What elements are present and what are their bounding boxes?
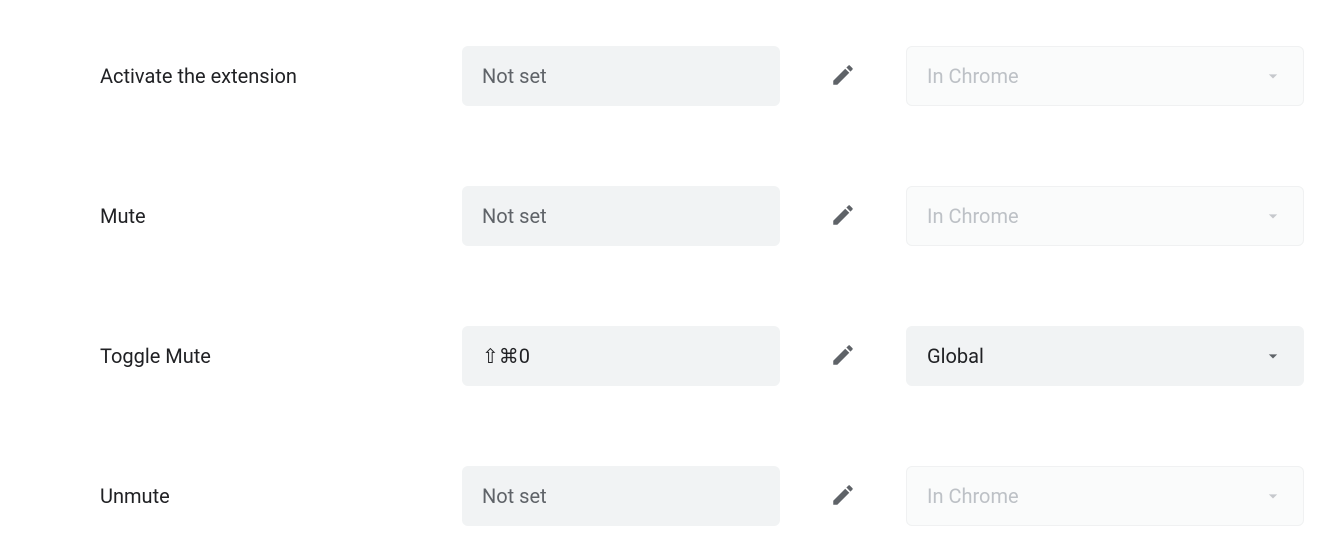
shortcut-input[interactable]: ⇧⌘0 (462, 326, 780, 386)
shortcut-row: Unmute Not set In Chrome (100, 464, 1304, 528)
pencil-icon (830, 62, 856, 91)
shortcut-label: Unmute (100, 484, 462, 508)
edit-shortcut-button[interactable] (825, 58, 861, 94)
edit-shortcut-button[interactable] (825, 198, 861, 234)
shortcut-input[interactable]: Not set (462, 46, 780, 106)
shortcut-label: Mute (100, 204, 462, 228)
shortcut-value: Not set (482, 204, 547, 228)
shortcut-value: Not set (482, 64, 547, 88)
scope-select[interactable]: In Chrome (906, 186, 1304, 246)
chevron-down-icon (1263, 486, 1283, 506)
shortcut-label: Activate the extension (100, 64, 462, 88)
scope-select[interactable]: In Chrome (906, 466, 1304, 526)
edit-shortcut-button[interactable] (825, 478, 861, 514)
shortcut-value: Not set (482, 484, 547, 508)
shortcut-row: Activate the extension Not set In Chrome (100, 44, 1304, 108)
shortcut-label: Toggle Mute (100, 344, 462, 368)
scope-value: In Chrome (927, 484, 1019, 508)
scope-select[interactable]: In Chrome (906, 46, 1304, 106)
chevron-down-icon (1263, 66, 1283, 86)
shortcut-row: Toggle Mute ⇧⌘0 Global (100, 324, 1304, 388)
scope-value: Global (927, 344, 984, 368)
edit-shortcut-button[interactable] (825, 338, 861, 374)
chevron-down-icon (1263, 346, 1283, 366)
chevron-down-icon (1263, 206, 1283, 226)
pencil-icon (830, 202, 856, 231)
pencil-icon (830, 482, 856, 511)
scope-value: In Chrome (927, 204, 1019, 228)
shortcut-input[interactable]: Not set (462, 466, 780, 526)
shortcut-value: ⇧⌘0 (482, 344, 530, 368)
shortcut-input[interactable]: Not set (462, 186, 780, 246)
shortcut-settings: Activate the extension Not set In Chrome… (0, 0, 1334, 528)
pencil-icon (830, 342, 856, 371)
scope-value: In Chrome (927, 64, 1019, 88)
shortcut-row: Mute Not set In Chrome (100, 184, 1304, 248)
scope-select[interactable]: Global (906, 326, 1304, 386)
